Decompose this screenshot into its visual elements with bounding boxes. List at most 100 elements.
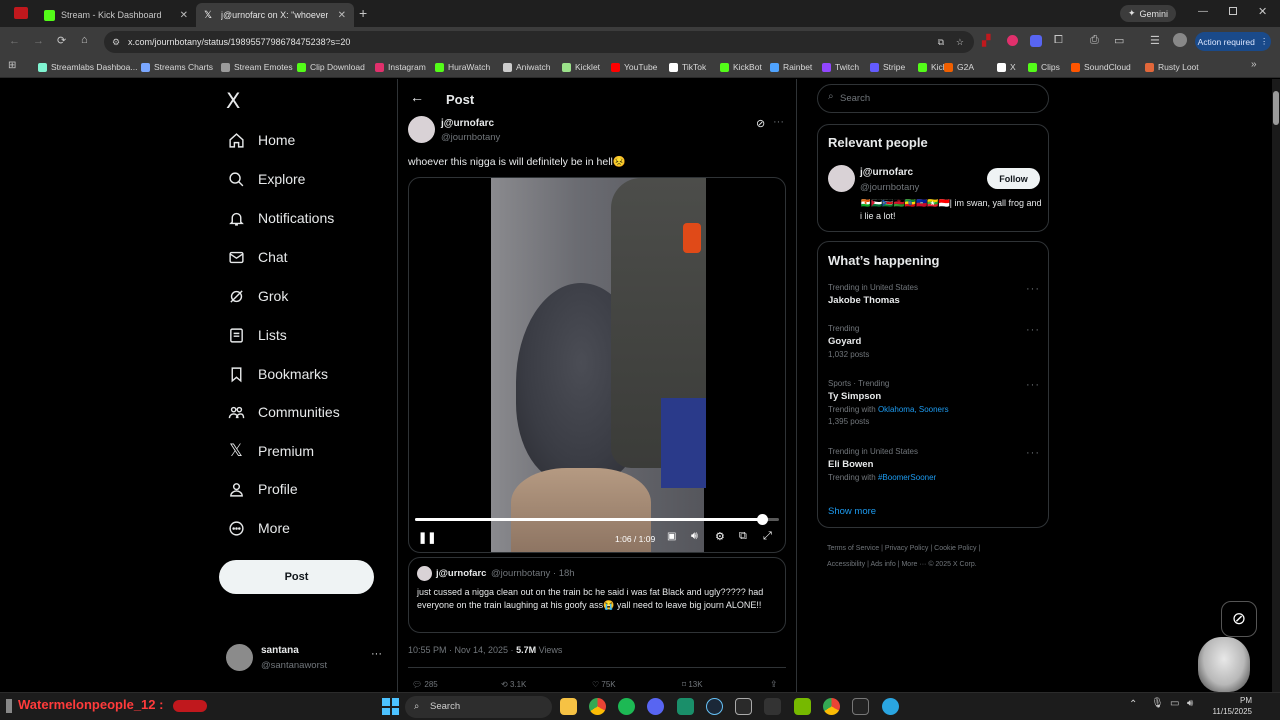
windows-start-icon[interactable]: [382, 698, 399, 715]
page-scrollbar[interactable]: [1272, 79, 1280, 692]
bookmark-item[interactable]: Clips: [1028, 60, 1060, 74]
volume-icon[interactable]: 🔊︎: [691, 530, 698, 543]
install-app-icon[interactable]: ⧉: [938, 31, 944, 53]
nav-notifications[interactable]: Notifications: [227, 205, 334, 231]
more-dots-icon[interactable]: ···: [1026, 283, 1040, 295]
bookmark-item[interactable]: Kick: [918, 60, 947, 74]
steam-icon[interactable]: [706, 698, 723, 715]
bookmark-item[interactable]: YouTube: [611, 60, 657, 74]
home-page-icon[interactable]: ⌂: [81, 34, 88, 46]
trend-item[interactable]: Trending Goyard 1,032 posts ···: [828, 324, 1040, 364]
audio-meter-icon[interactable]: [852, 698, 869, 715]
bookmark-item[interactable]: Rainbet: [770, 60, 812, 74]
nav-chat[interactable]: Chat: [227, 244, 288, 270]
trend-item[interactable]: Trending in United States Jakobe Thomas …: [828, 283, 1040, 315]
grok-explain-icon[interactable]: ⊘: [756, 117, 765, 130]
more-dots-icon[interactable]: ···: [1026, 447, 1040, 459]
forward-icon[interactable]: →: [33, 35, 44, 47]
footer-link[interactable]: Terms of Service: [827, 545, 879, 552]
tab-x-post[interactable]: 𝕏 j@urnofarc on X: "whoever ✕: [196, 3, 354, 27]
speaker-icon[interactable]: 🔊︎: [1187, 698, 1193, 709]
grok-floating-button[interactable]: ⊘: [1221, 601, 1257, 637]
author-handle[interactable]: @journbotany: [441, 132, 500, 143]
captions-icon[interactable]: ▣: [667, 531, 676, 542]
picture-in-picture-icon[interactable]: ⧉: [739, 530, 747, 543]
network-icon[interactable]: ▭: [1170, 698, 1179, 709]
system-clock[interactable]: PM 11/15/2025: [1210, 695, 1252, 717]
pause-icon[interactable]: ❚❚: [418, 531, 436, 544]
bookmark-item[interactable]: Instagram: [375, 60, 426, 74]
bookmark-item[interactable]: G2A: [944, 60, 974, 74]
reply-button[interactable]: 💬︎ 285: [412, 680, 438, 689]
more-dots-icon[interactable]: ···: [371, 648, 382, 660]
bookmark-item[interactable]: Rusty Loot: [1145, 60, 1199, 74]
footer-link[interactable]: More ···: [901, 561, 926, 568]
profile-avatar[interactable]: [1173, 33, 1187, 47]
bookmark-item[interactable]: Aniwatch: [503, 60, 551, 74]
nav-home[interactable]: Home: [227, 127, 295, 153]
gemini-button[interactable]: ✦ Gemini: [1120, 5, 1176, 22]
bookmark-item[interactable]: Stream Emotes: [221, 60, 293, 74]
search-input[interactable]: ⌕ Search: [817, 84, 1049, 113]
nvidia-icon[interactable]: [794, 698, 811, 715]
follow-button[interactable]: Follow: [987, 168, 1040, 189]
person-avatar[interactable]: [828, 165, 855, 192]
microphone-icon[interactable]: 🎙︎: [1151, 698, 1164, 709]
video-scrubber-handle[interactable]: [756, 514, 768, 525]
like-button[interactable]: ♡ 75K: [592, 680, 616, 689]
footer-link[interactable]: Privacy Policy: [885, 545, 929, 552]
trend-link[interactable]: #BoomerSooner: [878, 473, 936, 482]
more-dots-icon[interactable]: ···: [1026, 324, 1040, 336]
bookmark-item[interactable]: Streamlabs Dashboa...: [38, 60, 137, 74]
fullscreen-icon[interactable]: ⤢: [763, 530, 772, 543]
share-icon[interactable]: ⇪: [770, 679, 778, 690]
chrome-icon[interactable]: [823, 698, 840, 715]
author-name[interactable]: j@urnofarc: [441, 118, 494, 129]
epic-games-icon[interactable]: [735, 698, 752, 715]
extension-icon[interactable]: [1030, 35, 1042, 47]
close-tab-icon[interactable]: ✕: [338, 10, 346, 21]
action-required-button[interactable]: Action required ⋮: [1195, 32, 1271, 51]
bookmark-item[interactable]: KickBot: [720, 60, 762, 74]
nav-grok[interactable]: Grok: [227, 283, 288, 309]
bookmark-button[interactable]: ⌑ 13K: [682, 680, 703, 689]
nav-more[interactable]: More: [227, 515, 290, 541]
new-tab-icon[interactable]: +: [359, 5, 367, 21]
app-icon[interactable]: [677, 698, 694, 715]
extension-icon[interactable]: ▞: [982, 34, 990, 47]
back-arrow-icon[interactable]: ←: [410, 89, 424, 105]
show-more-link[interactable]: Show more: [828, 506, 876, 517]
restore-icon[interactable]: [1229, 7, 1237, 15]
bookmark-item[interactable]: HuraWatch: [435, 60, 490, 74]
spotify-icon[interactable]: [618, 698, 635, 715]
nav-communities[interactable]: Communities: [227, 399, 340, 425]
bookmark-star-icon[interactable]: ☆: [956, 31, 964, 53]
browser-app-icon[interactable]: [14, 7, 28, 19]
nav-bookmarks[interactable]: Bookmarks: [227, 361, 328, 387]
person-name[interactable]: j@urnofarc: [860, 167, 913, 178]
bookmark-item[interactable]: Clip Download: [297, 60, 365, 74]
repost-button[interactable]: ⟲ 3.1K: [501, 680, 526, 689]
save-icon[interactable]: ⎙: [1090, 34, 1099, 47]
nav-explore[interactable]: Explore: [227, 166, 305, 192]
trend-item[interactable]: Sports · Trending Ty Simpson Trending wi…: [828, 379, 1040, 431]
video-progress-track[interactable]: [415, 514, 779, 525]
discord-icon[interactable]: [647, 698, 664, 715]
app-icon[interactable]: [764, 698, 781, 715]
chrome-icon[interactable]: [589, 698, 606, 715]
tray-chevron-icon[interactable]: ⌃: [1129, 699, 1137, 710]
nav-premium[interactable]: 𝕏 Premium: [227, 438, 314, 464]
site-info-icon[interactable]: ⚙: [112, 31, 120, 53]
bookmark-item[interactable]: Stripe: [870, 60, 905, 74]
video-player[interactable]: ❚❚ 1:06 / 1:09 ▣ 🔊︎ ⚙ ⧉ ⤢: [408, 177, 786, 553]
taskbar-search[interactable]: ⌕ Search: [405, 696, 552, 718]
bookmark-item[interactable]: Streams Charts: [141, 60, 213, 74]
bookmark-item[interactable]: Kicklet: [562, 60, 600, 74]
x-logo[interactable]: X: [226, 89, 240, 113]
nav-lists[interactable]: Lists: [227, 322, 287, 348]
trend-item[interactable]: Trending in United States Eli Bowen Tren…: [828, 447, 1040, 487]
minimize-icon[interactable]: —: [1198, 6, 1208, 17]
bookmark-item[interactable]: X: [997, 60, 1016, 74]
scrollbar-thumb[interactable]: [1273, 91, 1279, 125]
more-dots-icon[interactable]: ···: [1026, 379, 1040, 391]
